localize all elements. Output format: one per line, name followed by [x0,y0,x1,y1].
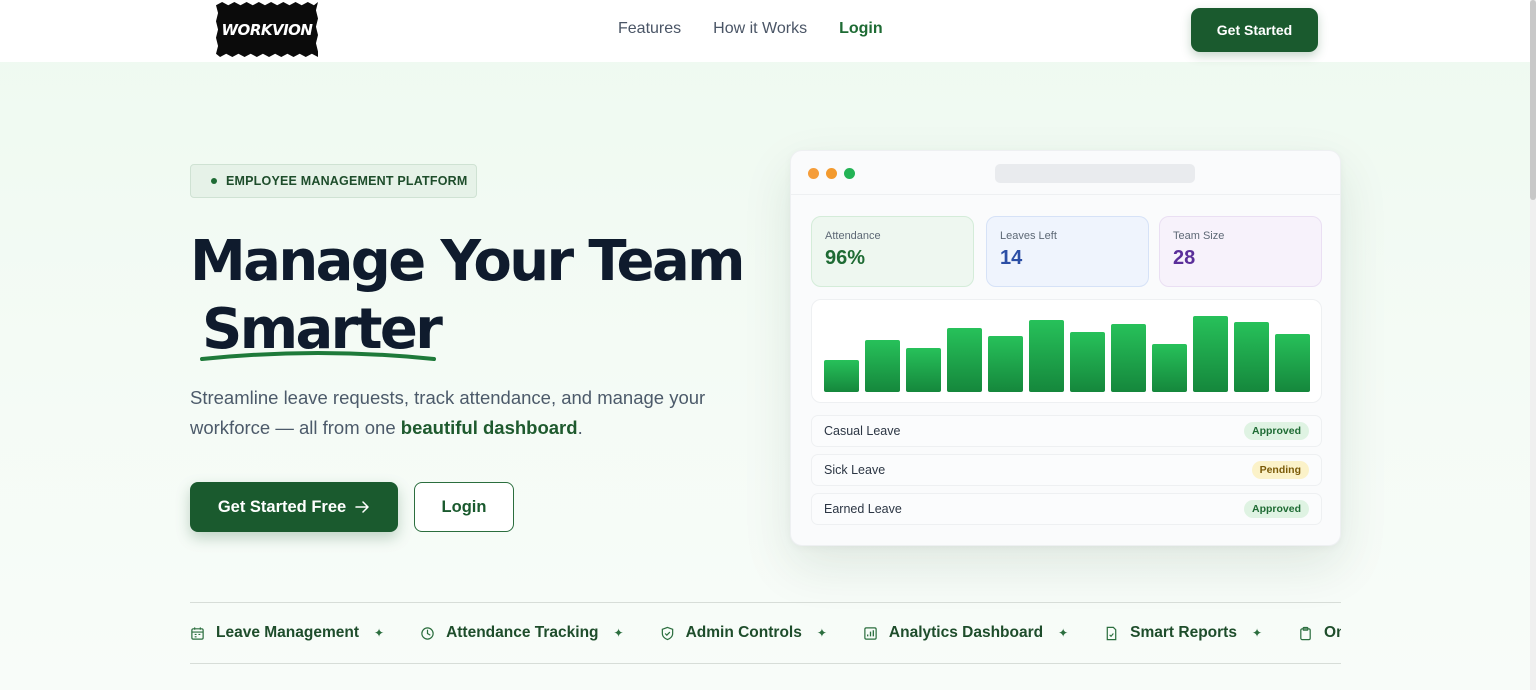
bar-chart-svg [824,316,1310,392]
chart-bar [1193,316,1228,392]
logo-text: WORKVION [221,20,313,39]
nav-links: Features How it Works Login [618,20,883,38]
feature-label: Attendance Tracking [446,624,599,641]
feature-one-click: One-Cl [1298,624,1341,642]
chart-bar [1070,332,1105,392]
stat-label: Leaves Left [1000,230,1057,242]
calendar-icon [191,626,204,640]
window-titlebar [791,151,1340,195]
stat-card-team-size: Team Size 28 [1159,216,1322,287]
chart-bar [906,348,941,392]
sparkle-icon: ✦ [1251,626,1263,640]
stat-value: 28 [1173,247,1196,269]
feature-strip: Leave Management ✦ Attendance Tracking ✦… [190,603,1341,663]
nav-link-login[interactable]: Login [839,20,883,38]
hero-headline: Manage Your Team Smarter [190,228,790,364]
logo[interactable]: WORKVION [216,2,318,57]
sparkle-icon: ✦ [613,626,624,640]
badge-text: EMPLOYEE MANAGEMENT PLATFORM [226,174,468,188]
document-icon [1106,626,1117,640]
chart-icon [864,626,877,640]
strip-divider-bottom [190,663,1341,664]
get-started-free-button[interactable]: Get Started Free [190,482,398,532]
clipboard-icon [1300,626,1311,640]
feature-label: Analytics Dashboard [888,624,1044,641]
chart-bar [1152,344,1187,392]
subtext-highlight: beautiful dashboard [400,417,578,438]
scrollbar[interactable] [1530,0,1536,690]
sparkle-icon: ✦ [1058,626,1069,640]
window-dot-green [844,168,855,179]
headline-line1: Manage Your Team [190,229,745,294]
arrow-right-icon [355,501,369,513]
feature-attendance-tracking: Attendance Tracking ✦ [420,624,624,642]
sparkle-icon: ✦ [374,626,385,640]
sparkle-icon: ✦ [816,626,827,640]
window-dot-orange [808,168,819,179]
get-started-button[interactable]: Get Started [1191,8,1318,52]
chart-bar [947,328,982,392]
feature-admin-controls: Admin Controls ✦ [660,624,827,642]
stat-value: 96% [825,247,866,269]
nav-link-how-it-works[interactable]: How it Works [713,20,807,38]
feature-label: Smart Reports [1130,624,1237,641]
stat-value: 14 [1000,247,1023,269]
chart-bar [865,340,900,392]
stat-label: Attendance [825,230,881,242]
chart-bar [1111,324,1146,392]
leave-row-casual[interactable]: Casual Leave Approved [811,415,1322,447]
nav-link-features[interactable]: Features [618,20,681,38]
feature-label: One-Cl [1324,624,1341,641]
platform-badge: EMPLOYEE MANAGEMENT PLATFORM [190,164,477,198]
stat-label: Team Size [1173,230,1225,242]
url-bar [995,164,1195,183]
chart-bar [1275,334,1310,392]
chart-bar [1234,322,1269,392]
feature-analytics-dashboard: Analytics Dashboard ✦ [863,624,1068,642]
headline-underline [200,351,436,361]
stat-card-attendance: Attendance 96% [811,216,974,287]
navbar: WORKVION Features How it Works Login Get… [0,0,1530,62]
login-button[interactable]: Login [414,482,514,532]
window-dot-yellow [826,168,837,179]
get-started-free-label: Get Started Free [217,497,347,516]
scrollbar-thumb[interactable] [1530,0,1536,200]
chart-bar [988,336,1023,392]
badge-dot [211,178,217,184]
chart-bar [1029,320,1064,392]
chart-bar [824,360,859,392]
clock-icon [421,626,434,640]
status-badge-approved: Approved [1243,500,1309,518]
feature-smart-reports: Smart Reports ✦ [1104,624,1262,642]
bar-chart [811,299,1322,403]
hero-subtext: Streamline leave requests, track attenda… [190,383,710,443]
leave-row-sick[interactable]: Sick Leave Pending [811,454,1322,486]
feature-label: Leave Management [216,624,359,641]
feature-label: Admin Controls [685,624,802,641]
stat-card-leaves-left: Leaves Left 14 [986,216,1149,287]
leave-name: Casual Leave [824,424,901,438]
subtext-after: . [577,417,583,438]
feature-leave-management: Leave Management ✦ [190,624,384,642]
status-badge-approved: Approved [1243,422,1309,440]
leave-name: Earned Leave [824,502,902,516]
leave-row-earned[interactable]: Earned Leave Approved [811,493,1322,525]
shield-icon [661,626,673,640]
dashboard-preview: Attendance 96% Leaves Left 14 Team Size … [790,150,1341,546]
status-badge-pending: Pending [1251,461,1309,479]
leave-name: Sick Leave [824,463,886,477]
